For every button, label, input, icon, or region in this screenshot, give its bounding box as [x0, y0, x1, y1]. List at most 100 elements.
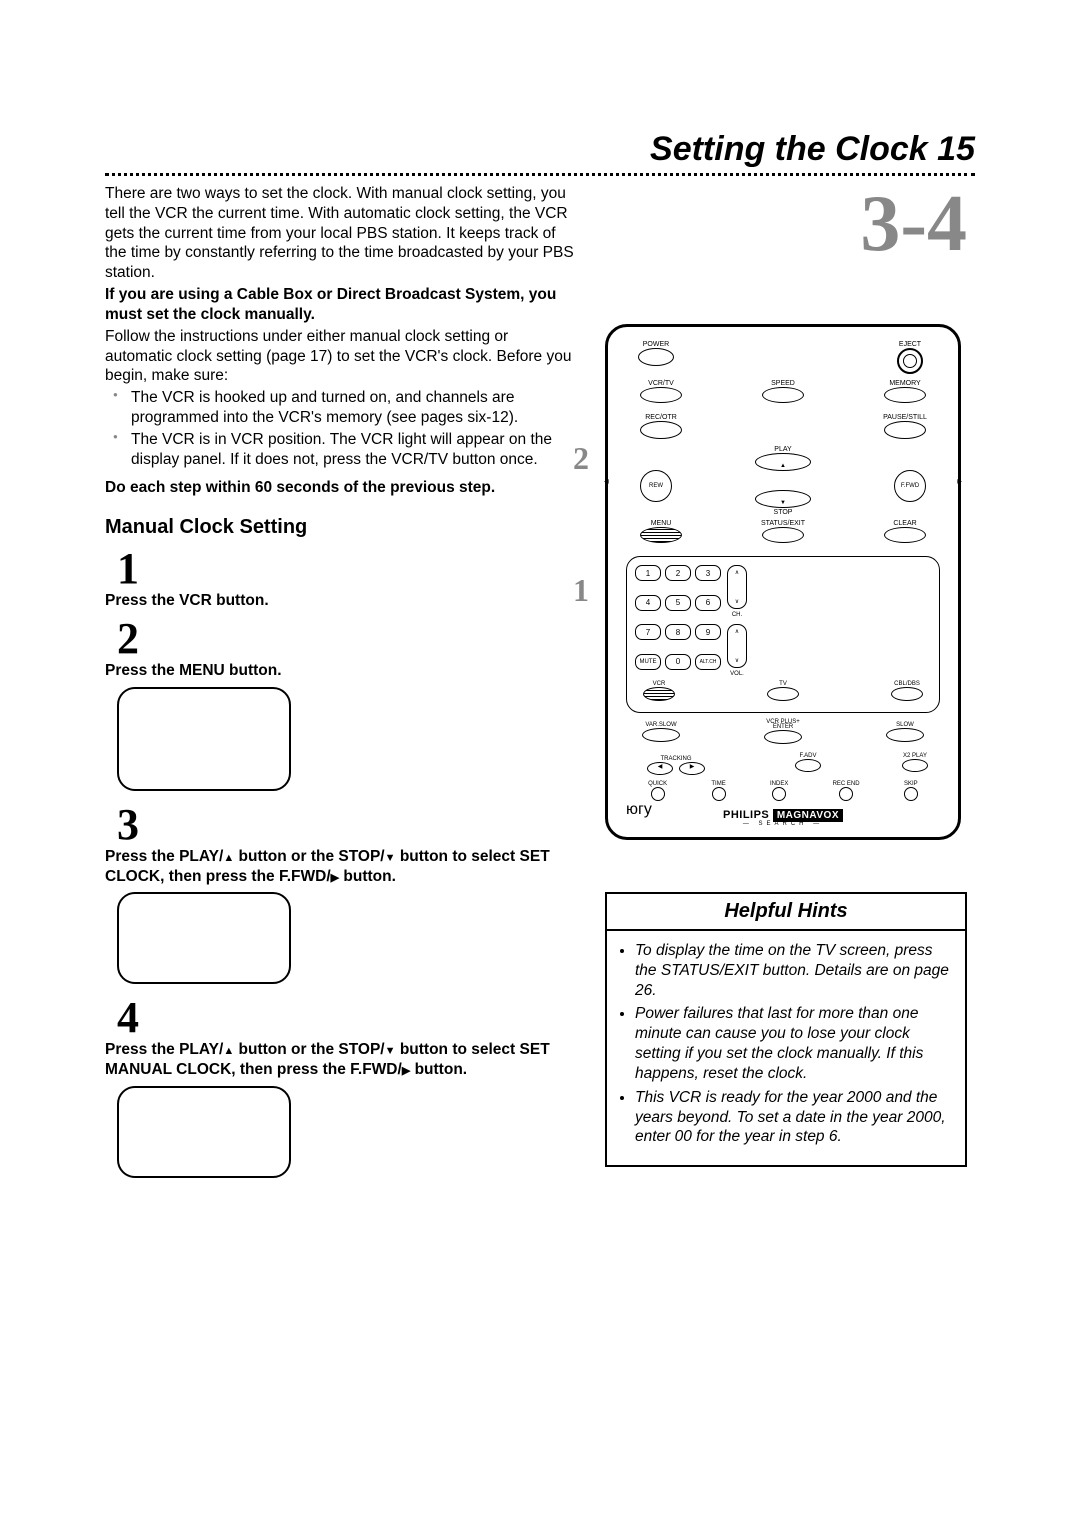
step-1-text-content: Press the VCR button.: [105, 592, 269, 609]
callout-number-2: 2: [573, 440, 589, 477]
power-button-icon: [638, 348, 674, 366]
step-4-text: Press the PLAY/ button or the STOP/ butt…: [105, 1040, 575, 1080]
key-4: 4: [635, 595, 661, 611]
label-eject: EJECT: [880, 341, 940, 348]
tracking-right-icon: ▶: [679, 762, 705, 775]
label-ch: CH.: [727, 612, 747, 618]
fadv-button-icon: [795, 759, 821, 772]
label-status: STATUS/EXIT: [748, 520, 818, 527]
vcrtv-button-icon: [640, 387, 682, 403]
x2-button-icon: [902, 759, 928, 772]
quick-button-icon: [651, 787, 665, 801]
screen-placeholder: [117, 892, 291, 984]
label-time: TIME: [711, 781, 725, 787]
step-2-text: Press the MENU button.: [105, 661, 575, 681]
key-9: 9: [695, 624, 721, 640]
triangle-right-icon: ▶: [957, 478, 962, 485]
vcrplus-button-icon: [764, 730, 802, 744]
screen-placeholder: [117, 1086, 291, 1178]
key-2: 2: [665, 565, 691, 581]
warning-text: If you are using a Cable Box or Direct B…: [105, 285, 575, 325]
key-mute: MUTE: [635, 654, 661, 670]
screen-placeholder: [117, 687, 291, 791]
eject-button-icon: [897, 348, 923, 374]
list-item: The VCR is in VCR position. The VCR ligh…: [131, 430, 575, 470]
vcr-button-icon: [643, 687, 675, 701]
brand-row: PHILIPS MAGNAVOX: [608, 809, 958, 821]
triangle-down-icon: [385, 848, 396, 865]
hint-item: Power failures that last for more than o…: [635, 1004, 953, 1083]
triangle-up-icon: [223, 1041, 234, 1058]
label-speed: SPEED: [748, 380, 818, 387]
time-button-icon: [712, 787, 726, 801]
step-1-text: Press the VCR button.: [105, 591, 575, 611]
index-button-icon: [772, 787, 786, 801]
page-title: Setting the Clock 15: [105, 130, 975, 169]
clear-button-icon: [884, 527, 926, 543]
hint-item: This VCR is ready for the year 2000 and …: [635, 1088, 953, 1147]
step-3-text: Press the PLAY/ button or the STOP/ butt…: [105, 847, 575, 887]
label-clear: CLEAR: [870, 520, 940, 527]
ffwd-text: F.FWD: [901, 483, 919, 489]
triangle-up-icon: [223, 848, 234, 865]
speed-button-icon: [762, 387, 804, 403]
label-recotr: REC/OTR: [626, 414, 696, 421]
menu-button-icon: [640, 527, 682, 543]
cbl-button-icon: [891, 687, 923, 701]
triangle-left-icon: ◀: [604, 478, 609, 485]
play-button-icon: ▲: [755, 453, 811, 471]
ch-rocker-icon: ∧∨: [727, 565, 747, 609]
divider: [105, 173, 975, 176]
varslow-button-icon: [642, 728, 680, 742]
prerequisite-list: The VCR is hooked up and turned on, and …: [105, 388, 575, 469]
label-slow: SLOW: [870, 722, 940, 728]
label-stop: STOP: [755, 509, 811, 516]
key-1: 1: [635, 565, 661, 581]
instructions-column: There are two ways to set the clock. Wit…: [105, 184, 575, 1190]
label-index: INDEX: [770, 781, 788, 787]
memory-button-icon: [884, 387, 926, 403]
label-vol: VOL.: [727, 671, 747, 677]
stop-button-icon: ▼: [755, 490, 811, 508]
callout-number-1: 1: [573, 572, 589, 609]
skip-button-icon: [904, 787, 918, 801]
key-0: 0: [665, 654, 691, 670]
helpful-hints-box: Helpful Hints To display the time on the…: [605, 892, 967, 1167]
key-3: 3: [695, 565, 721, 581]
rew-text: REW: [649, 483, 663, 489]
pause-button-icon: [884, 421, 926, 439]
label-skip: SKIP: [904, 781, 918, 787]
step-4d: button.: [410, 1061, 467, 1078]
label-recend: REC END: [833, 781, 860, 787]
intro-followup: Follow the instructions under either man…: [105, 327, 575, 386]
step-number-3: 3: [117, 803, 575, 847]
triangle-down-icon: [385, 1041, 396, 1058]
brand-magnavox: MAGNAVOX: [773, 809, 843, 822]
intro-paragraph: There are two ways to set the clock. Wit…: [105, 184, 575, 283]
label-memory: MEMORY: [870, 380, 940, 387]
label-power: POWER: [626, 341, 686, 348]
label-vcrtv: VCR/TV: [626, 380, 696, 387]
key-altch: ALT.CH: [695, 654, 721, 670]
triangle-right-icon: [402, 1061, 410, 1078]
step-3b: button or the STOP/: [234, 848, 384, 865]
step-2-text-content: Press the MENU button.: [105, 662, 282, 679]
remote-illustration: POWER EJECT: [605, 324, 961, 840]
tv-button-icon: [767, 687, 799, 701]
step-4a: Press the PLAY/: [105, 1041, 223, 1058]
tracking-left-icon: ◀: [647, 762, 673, 775]
hint-item: To display the time on the TV screen, pr…: [635, 941, 953, 1000]
key-7: 7: [635, 624, 661, 640]
time-limit-note: Do each step within 60 seconds of the pr…: [105, 478, 575, 498]
recend-button-icon: [839, 787, 853, 801]
step-number-1: 1: [117, 547, 575, 591]
vol-rocker-icon: ∧∨: [727, 624, 747, 668]
brand-philips: PHILIPS: [723, 809, 769, 821]
rew-button-icon: REW: [640, 470, 672, 502]
slow-button-icon: [886, 728, 924, 742]
remote-column: 3-4 2 1 POWER EJECT: [605, 184, 965, 1190]
label-menu: MENU: [626, 520, 696, 527]
hints-title: Helpful Hints: [607, 894, 965, 931]
label-varslow: VAR.SLOW: [626, 722, 696, 728]
label-quick: QUICK: [648, 781, 667, 787]
